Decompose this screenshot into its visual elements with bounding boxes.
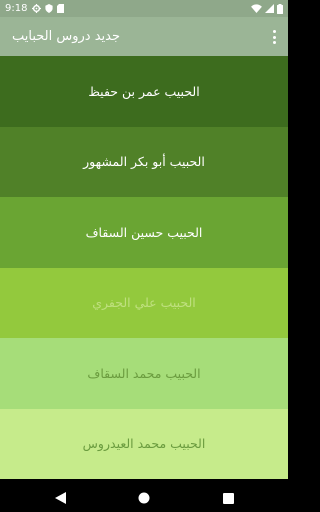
signal-icon: [265, 4, 274, 13]
list-item[interactable]: الحبيب حسين السقاف: [0, 197, 288, 268]
shield-icon: [45, 4, 54, 13]
scholar-list: الحبيب عمر بن حفيظ الحبيب أبو بكر المشهو…: [0, 56, 288, 479]
list-item-label: الحبيب عمر بن حفيظ: [88, 83, 200, 99]
status-left-icons: [32, 4, 65, 13]
list-item-label: الحبيب علي الجفري: [92, 295, 196, 311]
app-title: جديد دروس الحبايب: [12, 29, 121, 44]
list-item[interactable]: الحبيب علي الجفري: [0, 267, 288, 338]
list-item-label: الحبيب أبو بكر المشهور: [83, 154, 205, 170]
home-icon[interactable]: [138, 489, 150, 508]
list-item[interactable]: الحبيب محمد السقاف: [0, 338, 288, 409]
overflow-menu-icon[interactable]: [270, 29, 278, 45]
back-icon[interactable]: [55, 489, 66, 508]
list-item-label: الحبيب محمد العيدروس: [82, 436, 206, 452]
status-time: 9:18: [5, 3, 28, 14]
status-bar: 9:18: [0, 0, 288, 17]
navigation-bar: [0, 479, 288, 512]
list-item-label: الحبيب محمد السقاف: [87, 365, 201, 381]
list-item-label: الحبيب حسين السقاف: [85, 224, 203, 240]
list-item[interactable]: الحبيب عمر بن حفيظ: [0, 56, 288, 127]
list-item[interactable]: الحبيب محمد العيدروس: [0, 408, 288, 479]
wifi-icon: [251, 4, 262, 13]
battery-icon: [277, 3, 283, 14]
status-right-icons: [251, 3, 283, 14]
recents-icon[interactable]: [223, 489, 234, 508]
list-item[interactable]: الحبيب أبو بكر المشهور: [0, 126, 288, 197]
settings-icon: [32, 4, 42, 13]
sd-card-icon: [57, 4, 65, 13]
app-bar: جديد دروس الحبايب: [0, 17, 288, 56]
